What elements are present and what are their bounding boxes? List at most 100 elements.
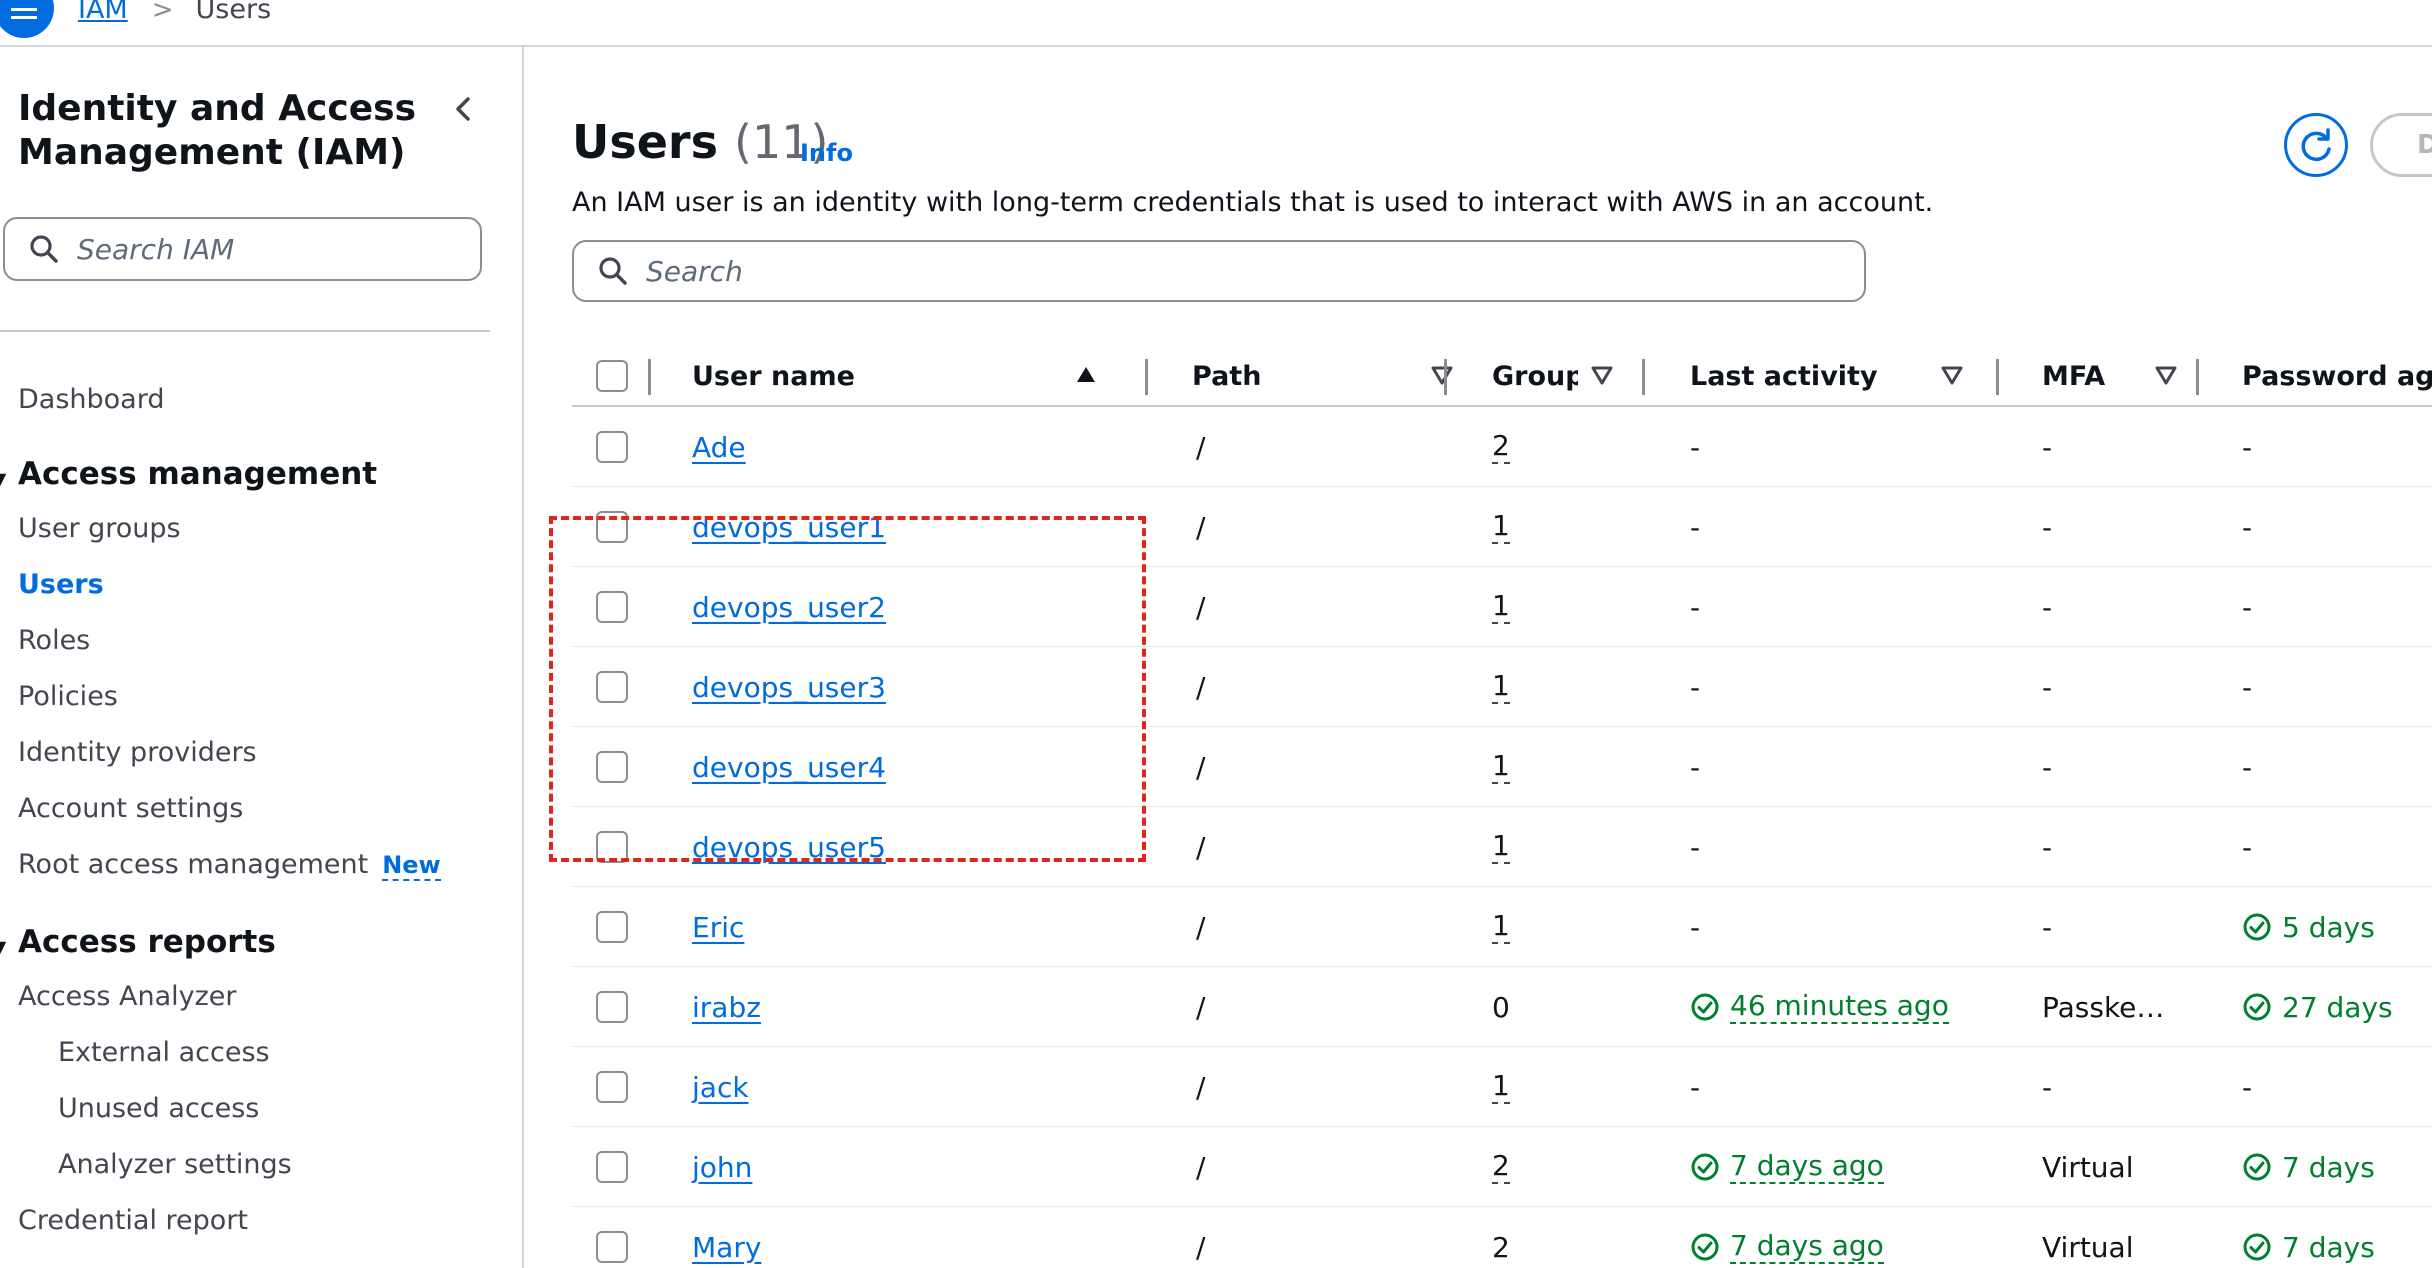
table-row[interactable]: devops_user5 / 1 - - -	[572, 807, 2432, 887]
column-header-path[interactable]: Path	[1192, 347, 1261, 405]
users-search[interactable]	[572, 240, 1866, 302]
select-all-checkbox[interactable]	[596, 347, 628, 405]
groups-count[interactable]: 1	[1492, 590, 1510, 624]
caret-down-icon[interactable]: ▼	[0, 469, 6, 488]
sidebar-section-access-reports[interactable]: Access reports	[18, 924, 276, 960]
refresh-button[interactable]	[2284, 113, 2348, 177]
user-name-link[interactable]: devops_user4	[692, 751, 886, 784]
sidebar-item-analyzer-settings[interactable]: Analyzer settings	[58, 1149, 292, 1180]
column-resizer[interactable]	[1642, 359, 1645, 395]
row-checkbox[interactable]	[596, 1151, 628, 1183]
user-name-link[interactable]: devops_user2	[692, 591, 886, 624]
table-row[interactable]: irabz / 0 46 minutes ago Passke… 27 days	[572, 967, 2432, 1047]
table-row[interactable]: devops_user2 / 1 - - -	[572, 567, 2432, 647]
info-link[interactable]: Info	[800, 139, 853, 167]
menu-button[interactable]	[0, 0, 54, 38]
sidebar-item-user-groups[interactable]: User groups	[18, 513, 181, 544]
table-row[interactable]: jack / 1 - - -	[572, 1047, 2432, 1127]
sidebar-item-roles[interactable]: Roles	[18, 625, 90, 656]
row-checkbox-cell[interactable]	[596, 647, 628, 727]
groups-count[interactable]: 1	[1492, 510, 1510, 544]
groups-count[interactable]: 1	[1492, 1070, 1510, 1104]
table-row[interactable]: devops_user3 / 1 - - -	[572, 647, 2432, 727]
column-resizer[interactable]	[1996, 359, 1999, 395]
row-checkbox[interactable]	[596, 1071, 628, 1103]
row-checkbox[interactable]	[596, 431, 628, 463]
table-row[interactable]: devops_user4 / 1 - - -	[572, 727, 2432, 807]
user-name-link[interactable]: devops_user5	[692, 831, 886, 864]
table-row[interactable]: Ade / 2 - - -	[572, 407, 2432, 487]
sidebar-section-access-management[interactable]: Access management	[18, 456, 377, 492]
sort-icon[interactable]	[1588, 361, 1616, 389]
table-row[interactable]: Eric / 1 - - 5 days	[572, 887, 2432, 967]
collapse-sidebar-icon[interactable]	[448, 93, 480, 125]
column-header-groups[interactable]: Groups	[1492, 347, 1578, 405]
row-checkbox[interactable]	[596, 831, 628, 863]
row-checkbox[interactable]	[596, 591, 628, 623]
sort-icon[interactable]	[1428, 361, 1456, 389]
groups-count[interactable]: 1	[1492, 750, 1510, 784]
column-header-mfa[interactable]: MFA	[2042, 347, 2105, 405]
row-checkbox-cell[interactable]	[596, 967, 628, 1047]
column-resizer[interactable]	[648, 359, 651, 395]
last-activity-value[interactable]: 7 days ago	[1730, 1150, 1884, 1184]
groups-count[interactable]: 1	[1492, 670, 1510, 704]
row-checkbox-cell[interactable]	[596, 727, 628, 807]
delete-button[interactable]: D	[2370, 113, 2432, 177]
column-resizer[interactable]	[2196, 359, 2199, 395]
sidebar-item-policies[interactable]: Policies	[18, 681, 118, 712]
row-checkbox[interactable]	[596, 511, 628, 543]
row-checkbox[interactable]	[596, 671, 628, 703]
row-checkbox[interactable]	[596, 751, 628, 783]
sidebar-item-root-access-management[interactable]: Root access management New	[18, 849, 441, 881]
checkbox[interactable]	[596, 360, 628, 392]
column-resizer[interactable]	[1145, 359, 1148, 395]
sidebar-item-external-access[interactable]: External access	[58, 1037, 270, 1068]
sidebar-item-access-analyzer[interactable]: Access Analyzer	[18, 981, 237, 1012]
sidebar-item-credential-report[interactable]: Credential report	[18, 1205, 248, 1236]
table-row[interactable]: Mary / 2 7 days ago Virtual 7 days	[572, 1207, 2432, 1268]
caret-down-icon[interactable]: ▼	[0, 937, 6, 956]
sidebar-item-account-settings[interactable]: Account settings	[18, 793, 243, 824]
sidebar-search[interactable]	[3, 217, 482, 281]
row-checkbox-cell[interactable]	[596, 807, 628, 887]
row-checkbox-cell[interactable]	[596, 567, 628, 647]
user-name-link[interactable]: jack	[692, 1071, 749, 1104]
last-activity-value[interactable]: 46 minutes ago	[1730, 990, 1949, 1024]
user-name-link[interactable]: irabz	[692, 991, 761, 1024]
column-resizer[interactable]	[1444, 359, 1447, 395]
user-name-link[interactable]: Mary	[692, 1231, 761, 1264]
sort-ascending-icon[interactable]	[1072, 361, 1100, 389]
row-checkbox-cell[interactable]	[596, 1047, 628, 1127]
row-checkbox-cell[interactable]	[596, 487, 628, 567]
user-name-link[interactable]: devops_user3	[692, 671, 886, 704]
column-header-user-name[interactable]: User name	[692, 347, 855, 405]
user-name-link[interactable]: Ade	[692, 431, 746, 464]
column-header-password-age[interactable]: Password age	[2242, 347, 2432, 405]
column-header-last-activity[interactable]: Last activity	[1690, 347, 1878, 405]
sort-icon[interactable]	[1938, 361, 1966, 389]
sidebar-item-users[interactable]: Users	[18, 569, 104, 600]
sidebar-item-unused-access[interactable]: Unused access	[58, 1093, 259, 1124]
user-name-link[interactable]: john	[692, 1151, 752, 1184]
table-row[interactable]: john / 2 7 days ago Virtual 7 days	[572, 1127, 2432, 1207]
row-checkbox[interactable]	[596, 991, 628, 1023]
groups-count[interactable]: 1	[1492, 910, 1510, 944]
row-checkbox-cell[interactable]	[596, 1207, 628, 1268]
user-name-link[interactable]: Eric	[692, 911, 744, 944]
row-checkbox-cell[interactable]	[596, 407, 628, 487]
sort-icon[interactable]	[2152, 361, 2180, 389]
user-name-link[interactable]: devops_user1	[692, 511, 886, 544]
row-checkbox[interactable]	[596, 1231, 628, 1263]
sidebar-item-identity-providers[interactable]: Identity providers	[18, 737, 257, 768]
sidebar-item-dashboard[interactable]: Dashboard	[18, 384, 164, 415]
last-activity-value[interactable]: 7 days ago	[1730, 1230, 1884, 1264]
row-checkbox[interactable]	[596, 911, 628, 943]
row-checkbox-cell[interactable]	[596, 887, 628, 967]
sidebar-search-input[interactable]	[77, 232, 457, 266]
breadcrumb-iam-link[interactable]: IAM	[78, 0, 128, 25]
groups-count[interactable]: 2	[1492, 1150, 1510, 1184]
row-checkbox-cell[interactable]	[596, 1127, 628, 1207]
groups-count[interactable]: 2	[1492, 430, 1510, 464]
table-row[interactable]: devops_user1 / 1 - - -	[572, 487, 2432, 567]
